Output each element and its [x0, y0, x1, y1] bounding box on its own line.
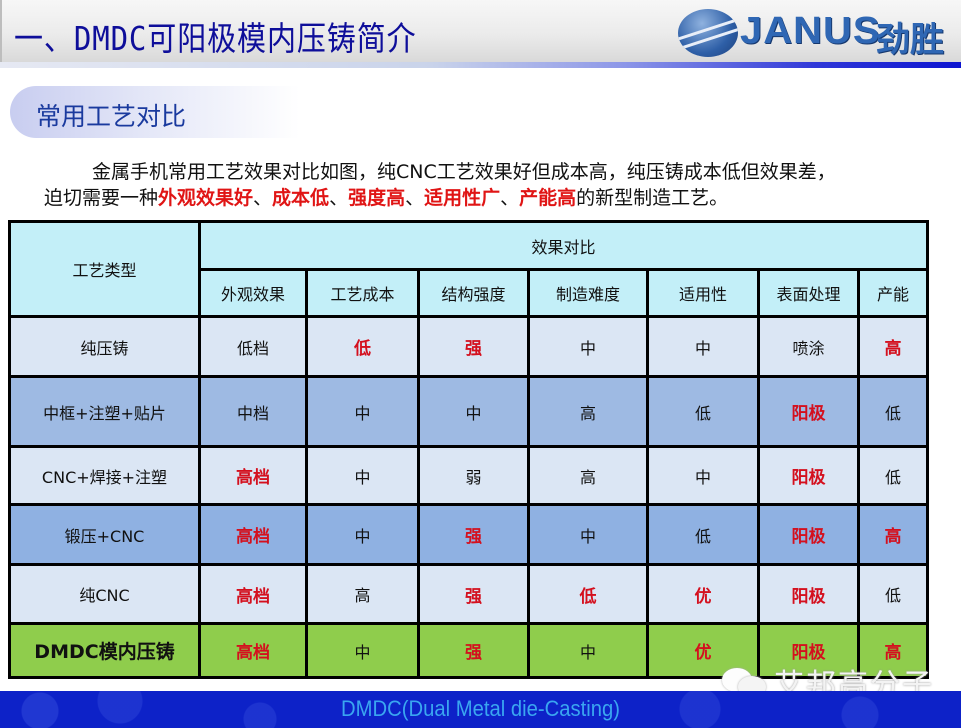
- separator: 、: [329, 187, 349, 209]
- section-subtitle: 常用工艺对比: [36, 102, 187, 131]
- value-cell: 低: [527, 563, 649, 625]
- value-cell: 低: [646, 375, 760, 448]
- value-cell: 优: [646, 563, 760, 625]
- value-cell: 高档: [198, 622, 308, 679]
- value-cell: 高: [527, 445, 649, 506]
- value-cell: 中: [417, 375, 530, 448]
- value-cell: 强: [417, 563, 530, 625]
- value-cell: 低档: [198, 315, 308, 378]
- table-row: 锻压+CNC 高档中强中低阳极高: [8, 503, 930, 566]
- intro-line-1: 金属手机常用工艺效果对比如图，纯CNC工艺效果好但成本高，纯压铸成本低但效果差，: [92, 161, 836, 183]
- column-header: 工艺成本: [305, 268, 420, 318]
- slide-header: 一、DMDC可阳极模内压铸简介 JANUS 劲胜: [0, 0, 961, 62]
- separator: 、: [500, 187, 520, 209]
- process-name-cell: 纯CNC: [8, 563, 201, 625]
- value-cell: 中: [305, 503, 420, 566]
- intro-prefix: 迫切需要一种: [44, 187, 159, 209]
- value-cell: 低: [856, 563, 930, 625]
- value-cell: 低: [856, 375, 930, 448]
- value-cell: 强: [417, 622, 530, 679]
- row-header-cell: 工艺类型: [8, 220, 201, 318]
- value-cell: 中: [305, 375, 420, 448]
- value-cell: 阳极: [757, 445, 860, 506]
- value-cell: 喷涂: [757, 315, 860, 378]
- value-cell: 弱: [417, 445, 530, 506]
- table-row: CNC+焊接+注塑 高档中弱高中阳极低: [8, 445, 930, 506]
- slide-title: 一、DMDC可阳极模内压铸简介: [14, 19, 417, 58]
- value-cell: 中: [527, 315, 649, 378]
- globe-logo-icon: [678, 9, 738, 57]
- value-cell: 低: [305, 315, 420, 378]
- value-cell: 强: [417, 503, 530, 566]
- process-name-cell: 锻压+CNC: [8, 503, 201, 566]
- process-comparison-table: 工艺类型 效果对比 外观效果 工艺成本 结构强度 制造难度 适用性 表面处理 产能 纯压铸低…: [8, 220, 930, 679]
- value-cell: 中: [305, 445, 420, 506]
- process-name-cell: 纯压铸: [8, 315, 201, 378]
- value-cell: 高档: [198, 563, 308, 625]
- highlight-strength: 强度高: [348, 187, 406, 209]
- highlight-capacity: 产能高: [519, 187, 577, 209]
- column-header: 外观效果: [198, 268, 308, 318]
- column-header: 表面处理: [757, 268, 860, 318]
- value-cell: 高档: [198, 503, 308, 566]
- value-cell: 高: [856, 503, 930, 566]
- highlight-applicability: 适用性广: [424, 187, 501, 209]
- value-cell: 高: [527, 375, 649, 448]
- logo-text: JANUS: [740, 10, 881, 52]
- value-cell: 阳极: [757, 563, 860, 625]
- column-header: 结构强度: [417, 268, 530, 318]
- logo-chinese-text: 劲胜: [876, 20, 944, 60]
- table-row: 纯CNC 高档高强低优阳极低: [8, 563, 930, 625]
- value-cell: 低: [646, 503, 760, 566]
- value-cell: 中: [305, 622, 420, 679]
- separator: 、: [253, 187, 273, 209]
- value-cell: 强: [417, 315, 530, 378]
- highlight-appearance: 外观效果好: [158, 187, 254, 209]
- group-header-cell: 效果对比: [197, 220, 930, 271]
- column-header: 适用性: [646, 268, 760, 318]
- intro-suffix: 的新型制造工艺。: [576, 187, 729, 209]
- process-name-cell: 中框+注塑+贴片: [8, 375, 201, 448]
- value-cell: 中: [527, 503, 649, 566]
- value-cell: 中: [527, 622, 649, 679]
- header-divider: [0, 62, 961, 68]
- slide-footer: DMDC(Dual Metal die-Casting): [0, 691, 961, 728]
- value-cell: 阳极: [757, 375, 860, 448]
- footer-text: DMDC(Dual Metal die-Casting): [341, 696, 620, 721]
- table-header-row-1: 工艺类型 效果对比: [8, 220, 930, 318]
- value-cell: 高: [305, 563, 420, 625]
- value-cell: 高: [856, 315, 930, 378]
- process-name-cell: CNC+焊接+注塑: [8, 445, 201, 506]
- janus-logo: JANUS 劲胜: [678, 6, 958, 60]
- value-cell: 中: [646, 315, 760, 378]
- value-cell: 低: [856, 445, 930, 506]
- value-cell: 阳极: [757, 503, 860, 566]
- column-header: 制造难度: [527, 268, 649, 318]
- intro-line-2: 迫切需要一种外观效果好、成本低、强度高、适用性广、产能高的新型制造工艺。: [44, 183, 728, 210]
- table-row: 纯压铸 低档低强中中喷涂高: [8, 315, 930, 378]
- value-cell: 中档: [198, 375, 308, 448]
- table-row: 中框+注塑+贴片 中档中中高低阳极低: [8, 375, 930, 448]
- separator: 、: [405, 187, 425, 209]
- value-cell: 高档: [198, 445, 308, 506]
- highlight-cost: 成本低: [272, 187, 330, 209]
- column-header: 产能: [856, 268, 930, 318]
- value-cell: 中: [646, 445, 760, 506]
- process-name-cell: DMDC模内压铸: [8, 622, 201, 679]
